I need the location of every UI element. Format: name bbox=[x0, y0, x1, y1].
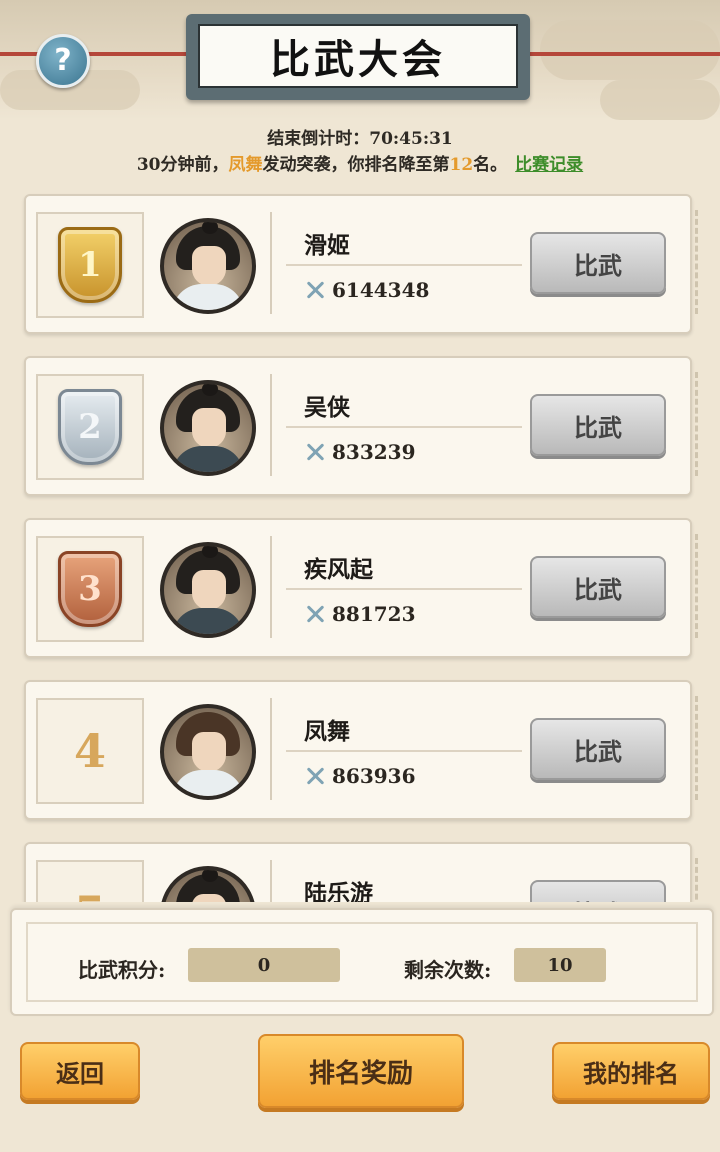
rank-box: 4 bbox=[36, 698, 144, 804]
title-plate: 比武大会 bbox=[186, 14, 530, 100]
rank-number: 5 bbox=[74, 886, 106, 902]
player-card: 5 陆乐游 比武 bbox=[24, 842, 698, 902]
rank-number: 2 bbox=[78, 407, 102, 447]
gold-medal-icon: 1 bbox=[58, 227, 122, 303]
score-value: 0 bbox=[188, 948, 340, 982]
rank-rewards-button[interactable]: 排名奖励 bbox=[258, 1034, 464, 1108]
page-title: 比武大会 bbox=[270, 36, 446, 83]
divider bbox=[286, 750, 522, 752]
player-name: 凤舞 bbox=[304, 718, 350, 745]
remaining-label: 剩余次数: bbox=[404, 958, 492, 982]
power-value: 833239 bbox=[332, 440, 416, 464]
rank-number: 3 bbox=[78, 569, 102, 609]
cloud-decoration bbox=[540, 20, 720, 80]
avatar[interactable] bbox=[160, 542, 256, 638]
card-edge-decoration bbox=[685, 858, 698, 902]
player-name: 陆乐游 bbox=[304, 880, 373, 902]
combat-power: 863936 bbox=[304, 764, 416, 788]
bronze-medal-icon: 3 bbox=[58, 551, 122, 627]
rank-box: 1 bbox=[36, 212, 144, 318]
player-info: 滑姬 6144348 比武 bbox=[270, 212, 676, 314]
rope-right bbox=[526, 52, 720, 56]
countdown: 结束倒计时：70:45:31 bbox=[0, 124, 720, 149]
divider bbox=[286, 426, 522, 428]
player-name: 吴侠 bbox=[304, 394, 350, 421]
avatar[interactable] bbox=[160, 380, 256, 476]
ranking-list[interactable]: 1 滑姬 6144348 比武 2 吴侠 833239 比武 3 疾风起 881… bbox=[0, 190, 720, 902]
player-card: 1 滑姬 6144348 比武 bbox=[24, 194, 698, 334]
power-value: 6144348 bbox=[332, 278, 430, 302]
combat-power: 6144348 bbox=[304, 278, 429, 302]
match-record-link[interactable]: 比赛记录 bbox=[515, 155, 583, 175]
player-card: 2 吴侠 833239 比武 bbox=[24, 356, 698, 496]
player-info: 凤舞 863936 比武 bbox=[270, 698, 676, 800]
avatar[interactable] bbox=[160, 866, 256, 902]
player-info: 疾风起 881723 比武 bbox=[270, 536, 676, 638]
rank-box: 2 bbox=[36, 374, 144, 480]
question-mark-icon: ? bbox=[54, 43, 72, 78]
divider bbox=[286, 588, 522, 590]
notice-suffix: 名。 bbox=[473, 155, 508, 175]
silver-medal-icon: 2 bbox=[58, 389, 122, 465]
rank-notice: 30分钟前，凤舞发动突袭，你排名降至第12名。 比赛记录 bbox=[0, 150, 720, 175]
rank-box: 5 bbox=[36, 860, 144, 902]
rank-box: 3 bbox=[36, 536, 144, 642]
challenge-button[interactable]: 比武 bbox=[530, 556, 666, 618]
player-card: 4 凤舞 863936 比武 bbox=[24, 680, 698, 820]
back-button[interactable]: 返回 bbox=[20, 1042, 140, 1100]
challenge-button[interactable]: 比武 bbox=[530, 394, 666, 456]
card-edge-decoration bbox=[685, 696, 698, 800]
my-rank-button[interactable]: 我的排名 bbox=[552, 1042, 710, 1100]
crossed-swords-icon bbox=[304, 279, 326, 301]
crossed-swords-icon bbox=[304, 765, 326, 787]
notice-middle: 发动突袭，你排名降至第 bbox=[262, 155, 450, 175]
countdown-label: 结束倒计时： bbox=[267, 129, 370, 149]
remaining-value: 10 bbox=[514, 948, 606, 982]
player-name: 疾风起 bbox=[304, 556, 373, 583]
combat-power: 881723 bbox=[304, 602, 416, 626]
crossed-swords-icon bbox=[304, 441, 326, 463]
power-value: 881723 bbox=[332, 602, 416, 626]
avatar[interactable] bbox=[160, 218, 256, 314]
divider bbox=[286, 264, 522, 266]
combat-power: 833239 bbox=[304, 440, 416, 464]
card-edge-decoration bbox=[685, 534, 698, 638]
challenge-button[interactable]: 比武 bbox=[530, 718, 666, 780]
rope-left bbox=[0, 52, 190, 56]
countdown-value: 70:45:31 bbox=[369, 129, 453, 149]
player-card: 3 疾风起 881723 比武 bbox=[24, 518, 698, 658]
help-button[interactable]: ? bbox=[36, 34, 90, 88]
player-info: 吴侠 833239 比武 bbox=[270, 374, 676, 476]
rank-number: 4 bbox=[73, 724, 106, 778]
card-edge-decoration bbox=[685, 372, 698, 476]
challenge-button[interactable]: 比武 bbox=[530, 232, 666, 294]
stats-bar: 比武积分: 0 剩余次数: 10 bbox=[10, 908, 714, 1016]
notice-attacker: 凤舞 bbox=[228, 155, 263, 175]
avatar[interactable] bbox=[160, 704, 256, 800]
notice-rank: 12 bbox=[449, 155, 474, 175]
power-value: 863936 bbox=[332, 764, 416, 788]
player-name: 滑姬 bbox=[304, 232, 350, 259]
challenge-button[interactable]: 比武 bbox=[530, 880, 666, 902]
player-info: 陆乐游 比武 bbox=[270, 860, 676, 902]
notice-prefix: 30分钟前， bbox=[136, 155, 229, 175]
rank-number: 1 bbox=[78, 245, 102, 285]
crossed-swords-icon bbox=[304, 603, 326, 625]
card-edge-decoration bbox=[685, 210, 698, 314]
score-label: 比武积分: bbox=[78, 958, 166, 982]
cloud-decoration bbox=[600, 80, 720, 120]
